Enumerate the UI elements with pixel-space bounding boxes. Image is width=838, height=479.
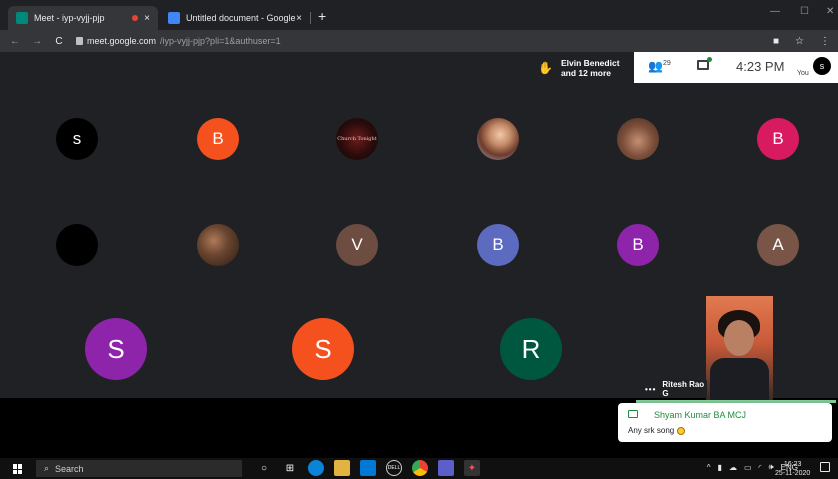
tab-close-icon[interactable]: × xyxy=(296,13,302,24)
meeting-time: 4:23 PM xyxy=(736,59,785,74)
tab-google-doc[interactable]: Untitled document - Google Doc × xyxy=(160,6,310,30)
participant-tile[interactable]: s xyxy=(56,118,98,160)
system-clock[interactable]: 16:23 25-11-2020 xyxy=(775,460,810,478)
tab-meet[interactable]: Meet - iyp-vyjj-pjp × xyxy=(8,6,158,30)
self-avatar[interactable]: s xyxy=(813,57,831,75)
task-view-icon[interactable]: ⊞ xyxy=(282,460,298,476)
participant-photo[interactable] xyxy=(477,118,519,160)
url-path: /iyp-vyjj-pjp?pli=1&authuser=1 xyxy=(160,36,281,46)
more-options-icon[interactable]: ••• xyxy=(645,385,656,394)
participant-tile[interactable]: B xyxy=(197,118,239,160)
presenting-text: Elvin Benedict and 12 more xyxy=(561,58,620,78)
lock-icon xyxy=(76,37,83,45)
participant-tile[interactable]: Church Tonight xyxy=(336,118,378,160)
tab-title: Meet - iyp-vyjj-pjp xyxy=(34,13,105,23)
participant-tile[interactable]: B xyxy=(617,224,659,266)
smile-emoji-icon xyxy=(677,426,686,435)
participant-photo[interactable] xyxy=(617,118,659,160)
participant-tile[interactable]: B xyxy=(757,118,799,160)
self-video-preview[interactable] xyxy=(706,296,773,400)
chat-message-icon xyxy=(628,410,638,418)
browser-tab-strip: Meet - iyp-vyjj-pjp × Untitled document … xyxy=(0,0,838,30)
system-date: 25-11-2020 xyxy=(775,470,811,477)
participant-tile[interactable]: S xyxy=(292,318,354,380)
chat-notification-dot xyxy=(707,57,712,62)
notification-icon[interactable] xyxy=(820,462,830,472)
minimize-button[interactable]: — xyxy=(770,6,780,17)
presenter-more: and 12 more xyxy=(560,67,612,78)
participants-count: 29 xyxy=(662,60,671,67)
file-explorer-icon[interactable] xyxy=(334,460,350,476)
participant-tile[interactable]: B xyxy=(477,224,519,266)
tab-close-icon[interactable]: × xyxy=(144,13,150,24)
preview-name: Ritesh Rao G xyxy=(662,380,705,398)
people-icon: 👥 xyxy=(648,59,663,73)
docs-favicon-icon xyxy=(168,12,180,24)
you-label: You xyxy=(797,70,809,77)
chat-message-popup[interactable]: Shyam Kumar BA MCJ Any srk song xyxy=(618,403,832,442)
url-field[interactable]: meet.google.com/iyp-vyjj-pjp?pli=1&authu… xyxy=(76,36,281,46)
participant-tile[interactable]: A xyxy=(757,224,799,266)
taskbar-search[interactable]: ⌕ Search xyxy=(36,460,242,477)
windows-start-icon[interactable] xyxy=(13,464,23,474)
tab-title: Untitled document - Google Doc xyxy=(186,13,296,23)
extension-icon[interactable]: ■ xyxy=(773,36,779,47)
participant-photo-caption: Church Tonight xyxy=(337,136,377,142)
back-icon[interactable]: ← xyxy=(8,36,22,47)
presenting-icon: ✋ xyxy=(538,60,553,75)
app-icon[interactable]: ✦ xyxy=(464,460,480,476)
preview-body xyxy=(710,358,769,400)
toolbar-actions: ■ ☆ ⋮ xyxy=(773,36,830,47)
search-icon: ⌕ xyxy=(44,463,50,473)
meet-top-bar: ✋ Elvin Benedict and 12 more 👥29 4:23 PM… xyxy=(0,52,838,88)
battery-icon[interactable]: ▭ xyxy=(744,463,752,472)
participant-photo[interactable] xyxy=(197,224,239,266)
chat-sender: Shyam Kumar BA MCJ xyxy=(654,410,747,420)
participant-tile[interactable]: V xyxy=(336,224,378,266)
tab-separator xyxy=(310,12,311,24)
search-placeholder: Search xyxy=(55,463,84,474)
address-bar: ← → C meet.google.com/iyp-vyjj-pjp?pli=1… xyxy=(0,30,838,52)
browser-menu-icon[interactable]: ⋮ xyxy=(820,36,830,47)
chat-message-text: Any srk song xyxy=(628,426,675,435)
windows-taskbar: ⌕ Search ○ ⊞ DELL ✦ ^ ▮ ☁ ▭ ◜ 🕪 ENG 16:2… xyxy=(0,458,838,479)
close-window-button[interactable]: ✕ xyxy=(826,6,834,17)
participant-tile[interactable]: R xyxy=(500,318,562,380)
edge-icon[interactable] xyxy=(308,460,324,476)
cortana-icon[interactable]: ○ xyxy=(256,460,272,476)
cloud-icon[interactable]: ☁ xyxy=(729,463,737,472)
preview-name-strip: ••• Ritesh Rao G xyxy=(637,380,707,398)
usb-icon[interactable]: ▮ xyxy=(718,463,722,472)
chat-message: Any srk song xyxy=(628,426,686,435)
participant-tile[interactable] xyxy=(56,224,98,266)
url-host: meet.google.com xyxy=(87,36,157,46)
new-tab-button[interactable]: + xyxy=(318,8,326,24)
teams-icon[interactable] xyxy=(438,460,454,476)
recording-dot-icon xyxy=(132,15,139,21)
wifi-icon[interactable]: ◜ xyxy=(759,463,762,472)
participant-tile[interactable]: S xyxy=(85,318,147,380)
preview-face xyxy=(724,320,754,356)
meet-favicon-icon xyxy=(16,12,28,24)
system-time: 16:23 xyxy=(783,461,802,468)
chrome-icon[interactable] xyxy=(412,460,428,476)
forward-icon[interactable]: → xyxy=(30,36,44,47)
volume-icon[interactable]: 🕪 xyxy=(769,462,774,472)
maximize-button[interactable]: ☐ xyxy=(800,6,809,17)
tray-chevron-icon[interactable]: ^ xyxy=(707,463,711,472)
dell-icon[interactable]: DELL xyxy=(386,460,402,476)
taskbar-apps: ○ ⊞ DELL ✦ xyxy=(256,460,480,476)
participants-button[interactable]: 👥29 xyxy=(648,59,671,73)
bookmark-star-icon[interactable]: ☆ xyxy=(795,36,804,47)
presenting-indicator[interactable]: ✋ Elvin Benedict and 12 more xyxy=(530,52,634,83)
reload-icon[interactable]: C xyxy=(52,36,66,47)
presenter-name: Elvin Benedict xyxy=(560,57,620,68)
mail-icon[interactable] xyxy=(360,460,376,476)
